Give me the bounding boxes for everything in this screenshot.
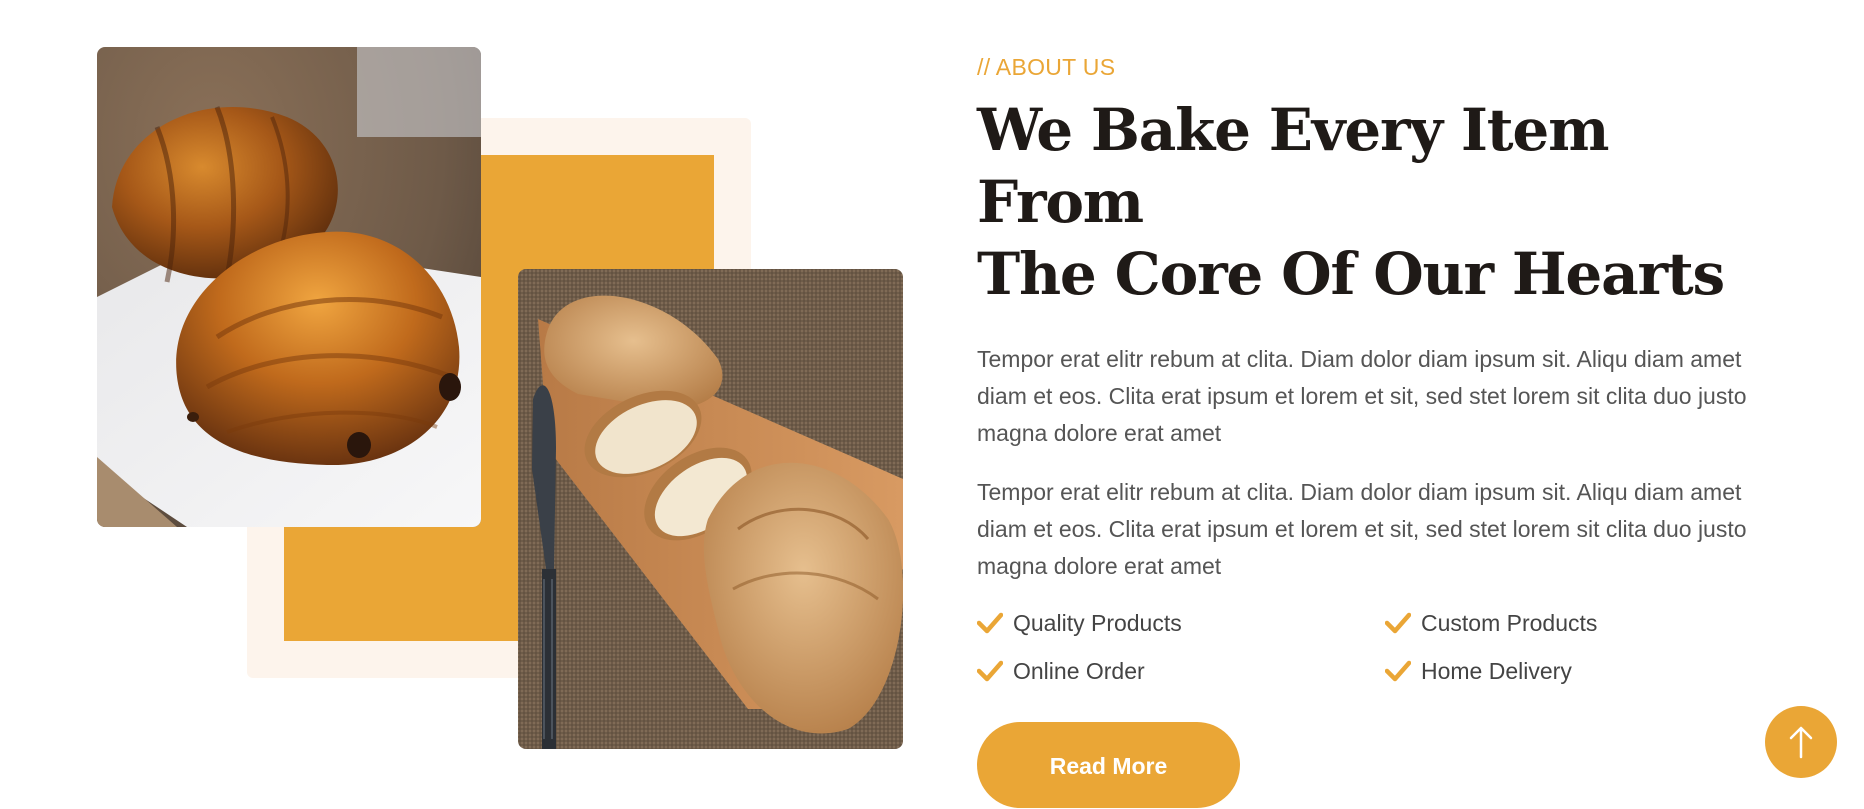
heading-line-2: The Core Of Our Hearts — [977, 240, 1725, 308]
baguette-photo — [518, 269, 903, 749]
section-eyebrow: // ABOUT US — [977, 54, 1116, 80]
feature-item-custom-products: Custom Products — [1385, 605, 1757, 641]
section-heading: We Bake Every Item From The Core Of Our … — [977, 94, 1757, 310]
check-icon — [1385, 612, 1411, 634]
check-icon — [977, 612, 1003, 634]
feature-list: Quality Products Custom Products Online … — [977, 605, 1757, 689]
feature-item-online-order: Online Order — [977, 653, 1385, 689]
croissant-photo — [97, 47, 481, 527]
check-icon — [1385, 660, 1411, 682]
feature-item-home-delivery: Home Delivery — [1385, 653, 1757, 689]
feature-label: Custom Products — [1421, 609, 1598, 636]
about-paragraph-2: Tempor erat elitr rebum at clita. Diam d… — [977, 479, 1747, 579]
feature-label: Online Order — [1013, 657, 1145, 684]
feature-label: Home Delivery — [1421, 657, 1572, 684]
feature-item-quality-products: Quality Products — [977, 605, 1385, 641]
back-to-top-button[interactable] — [1765, 706, 1837, 778]
arrow-up-icon — [1789, 726, 1813, 759]
about-paragraph-1: Tempor erat elitr rebum at clita. Diam d… — [977, 346, 1747, 446]
read-more-button[interactable]: Read More — [977, 722, 1240, 808]
heading-line-1: We Bake Every Item From — [977, 96, 1609, 236]
about-section: // ABOUT US We Bake Every Item From The … — [977, 50, 1757, 808]
feature-label: Quality Products — [1013, 609, 1182, 636]
check-icon — [977, 660, 1003, 682]
